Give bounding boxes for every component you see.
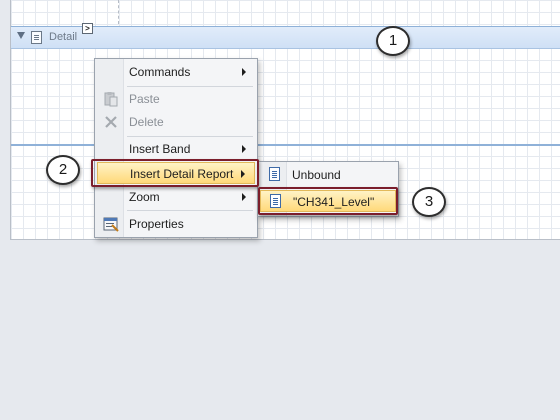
menu-item-label: Zoom (129, 190, 160, 204)
delete-icon (105, 116, 117, 128)
submenu-arrow-icon (241, 170, 245, 178)
callout-2: 2 (46, 155, 80, 185)
callout-3: 3 (412, 187, 446, 217)
smart-tag-button[interactable]: > (82, 23, 93, 34)
properties-icon (103, 217, 119, 232)
menu-item-insert-detail-report[interactable]: Insert Detail Report (97, 162, 255, 184)
menu-item-insert-band[interactable]: Insert Band (97, 138, 255, 160)
submenu-item-label: "CH341_Level" (293, 195, 375, 209)
context-menu: Commands Paste Delete Insert Band Insert… (94, 58, 258, 238)
submenu-item-label: Unbound (292, 168, 341, 182)
menu-item-label: Delete (129, 115, 164, 129)
page-margin-guide (118, 0, 119, 24)
menu-item-paste[interactable]: Paste (97, 88, 255, 110)
band-icon (31, 31, 42, 44)
menu-item-label: Paste (129, 92, 160, 106)
band-label: Detail (49, 31, 78, 43)
submenu-arrow-icon (242, 145, 246, 153)
menu-item-properties[interactable]: Properties (97, 213, 255, 235)
menu-item-label: Insert Detail Report (130, 167, 234, 181)
report-icon (269, 167, 280, 181)
menu-separator (127, 86, 253, 87)
submenu-item-unbound[interactable]: Unbound (260, 164, 396, 186)
paste-icon (104, 92, 118, 107)
menu-item-label: Insert Band (129, 142, 191, 156)
report-icon (270, 194, 281, 208)
menu-separator (127, 210, 253, 211)
callout-1: 1 (376, 26, 410, 56)
menu-item-commands[interactable]: Commands (97, 61, 255, 83)
submenu-arrow-icon (242, 68, 246, 76)
submenu-item-ch341-level[interactable]: "CH341_Level" (260, 190, 396, 212)
collapse-arrow-icon[interactable] (17, 32, 25, 39)
report-designer-screen: Detail > 1 Commands Paste Delete Insert … (0, 0, 560, 420)
menu-item-label: Commands (129, 65, 191, 79)
menu-separator (127, 136, 253, 137)
detail-report-submenu: Unbound "CH341_Level" (257, 161, 399, 217)
menu-item-delete[interactable]: Delete (97, 111, 255, 133)
detail-band-header[interactable]: Detail > (11, 23, 560, 49)
submenu-arrow-icon (242, 193, 246, 201)
menu-item-label: Properties (129, 217, 184, 231)
menu-item-zoom[interactable]: Zoom (97, 186, 255, 208)
